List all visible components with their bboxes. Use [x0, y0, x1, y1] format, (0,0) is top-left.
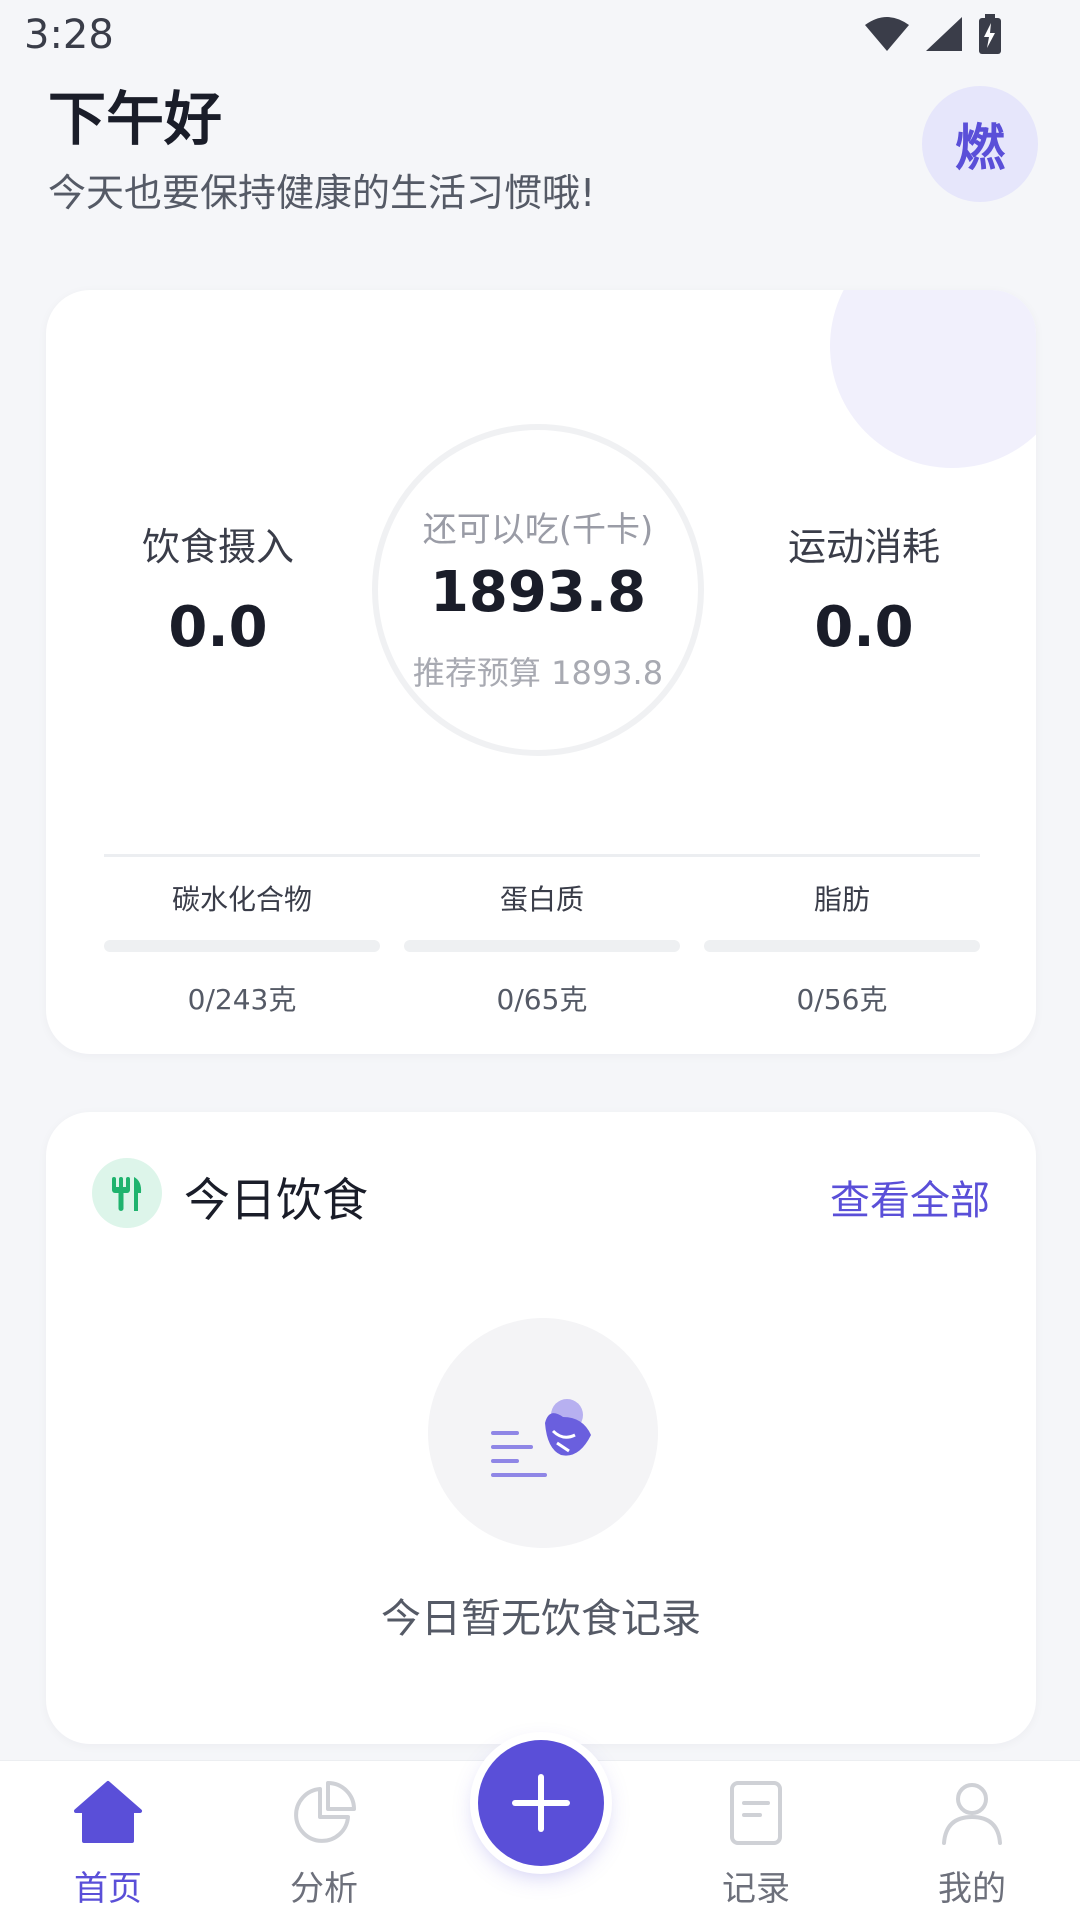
exercise-value: 0.0 [814, 595, 914, 660]
plus-icon [512, 1774, 570, 1832]
tab-home[interactable]: 首页 [0, 1761, 216, 1921]
macro-amount: 0/56克 [796, 983, 888, 1016]
macro-label: 碳水化合物 [171, 883, 312, 916]
greeting-subtitle: 今天也要保持健康的生活习惯哦! [48, 171, 596, 215]
tab-label: 分析 [290, 1869, 358, 1909]
empty-state-text: 今日暂无饮食记录 [381, 1596, 701, 1642]
view-all-link[interactable]: 查看全部 [830, 1168, 990, 1226]
recommended-budget: 推荐预算 1893.8 [412, 654, 664, 692]
macro-label: 蛋白质 [499, 883, 584, 916]
status-bar: 3:28 [0, 0, 1080, 72]
macro-amount: 0/243克 [187, 983, 297, 1016]
tab-label: 记录 [722, 1869, 790, 1909]
pie-chart-icon [294, 1781, 356, 1843]
tab-label: 首页 [74, 1869, 142, 1909]
remaining-label: 还可以吃(千卡) [422, 510, 654, 550]
diet-section-title: 今日饮食 [184, 1173, 368, 1227]
calorie-summary-card: 饮食摄入 0.0 还可以吃(千卡) 1893.8 推荐预算 1893.8 运动消… [46, 290, 1036, 1054]
tab-label: 我的 [938, 1869, 1006, 1909]
exercise-stat: 运动消耗 0.0 [734, 516, 994, 660]
tab-records[interactable]: 记录 [648, 1761, 864, 1921]
home-icon [74, 1781, 142, 1843]
exercise-label: 运动消耗 [787, 525, 940, 569]
remaining-value: 1893.8 [429, 560, 647, 625]
document-icon [730, 1781, 782, 1845]
wifi-icon [865, 17, 909, 51]
macro-protein: 蛋白质 0/65克 [404, 878, 680, 1018]
cellular-signal-icon [926, 17, 962, 51]
divider [104, 854, 980, 857]
greeting-title: 下午好 [48, 85, 223, 153]
intake-value: 0.0 [168, 595, 268, 660]
intake-stat: 饮食摄入 0.0 [88, 516, 348, 660]
utensils-icon [92, 1158, 162, 1228]
tab-analysis[interactable]: 分析 [216, 1761, 432, 1921]
macro-amount: 0/65克 [496, 983, 588, 1016]
avatar-badge[interactable]: 燃 [922, 86, 1038, 202]
macro-label: 脂肪 [813, 883, 870, 916]
status-icons [864, 14, 1002, 54]
macro-fat: 脂肪 0/56克 [704, 878, 980, 1018]
macro-carbs: 碳水化合物 0/243克 [104, 878, 380, 1018]
user-icon [942, 1783, 1002, 1845]
macro-progress-track [104, 940, 380, 952]
empty-state-illustration [428, 1318, 658, 1548]
decorative-circle [830, 290, 1036, 468]
add-record-button[interactable] [478, 1740, 604, 1866]
battery-icon [979, 14, 1001, 54]
macro-progress-track [404, 940, 680, 952]
today-diet-card: 今日饮食 查看全部 今日暂无饮食记录 [46, 1112, 1036, 1744]
empty-diet-icon [491, 1399, 591, 1477]
tab-profile[interactable]: 我的 [864, 1761, 1080, 1921]
macro-progress-track [704, 940, 980, 952]
intake-label: 饮食摄入 [141, 525, 294, 569]
status-time: 3:28 [24, 12, 114, 58]
calorie-ring: 还可以吃(千卡) 1893.8 推荐预算 1893.8 [372, 424, 704, 756]
